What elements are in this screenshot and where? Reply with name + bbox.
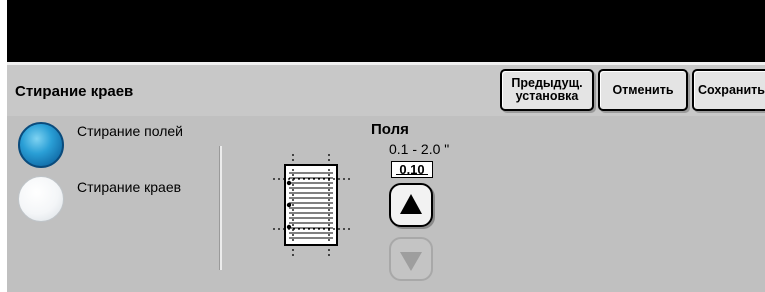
document-margins-icon [273, 154, 351, 256]
value-underline [396, 174, 428, 175]
cancel-button[interactable]: Отменить [598, 69, 688, 111]
title-bar: Стирание краев Предыдущ. установка Отмен… [7, 62, 765, 116]
decrease-button[interactable] [389, 237, 433, 281]
edge-erase-edges-radio[interactable] [18, 176, 64, 222]
save-button[interactable]: Сохранить [692, 69, 765, 111]
arrow-down-icon [400, 252, 422, 271]
top-black-bar [7, 0, 765, 62]
vertical-divider [219, 146, 222, 270]
previous-setting-button[interactable]: Предыдущ. установка [500, 69, 594, 111]
margins-title: Поля [371, 121, 409, 138]
edge-erase-margins-radio[interactable] [18, 122, 64, 168]
screen: Стирание краев Предыдущ. установка Отмен… [7, 0, 765, 292]
margins-value-field[interactable]: 0.10 [391, 161, 433, 178]
option-label-edges: Стирание краев [77, 179, 182, 195]
margins-range: 0.1 - 2.0 " [389, 141, 450, 157]
content-panel [7, 116, 765, 292]
arrow-up-icon [400, 194, 422, 214]
increase-button[interactable] [389, 183, 433, 227]
option-label-margins: Стирание полей [77, 123, 183, 139]
page-title: Стирание краев [15, 83, 134, 100]
